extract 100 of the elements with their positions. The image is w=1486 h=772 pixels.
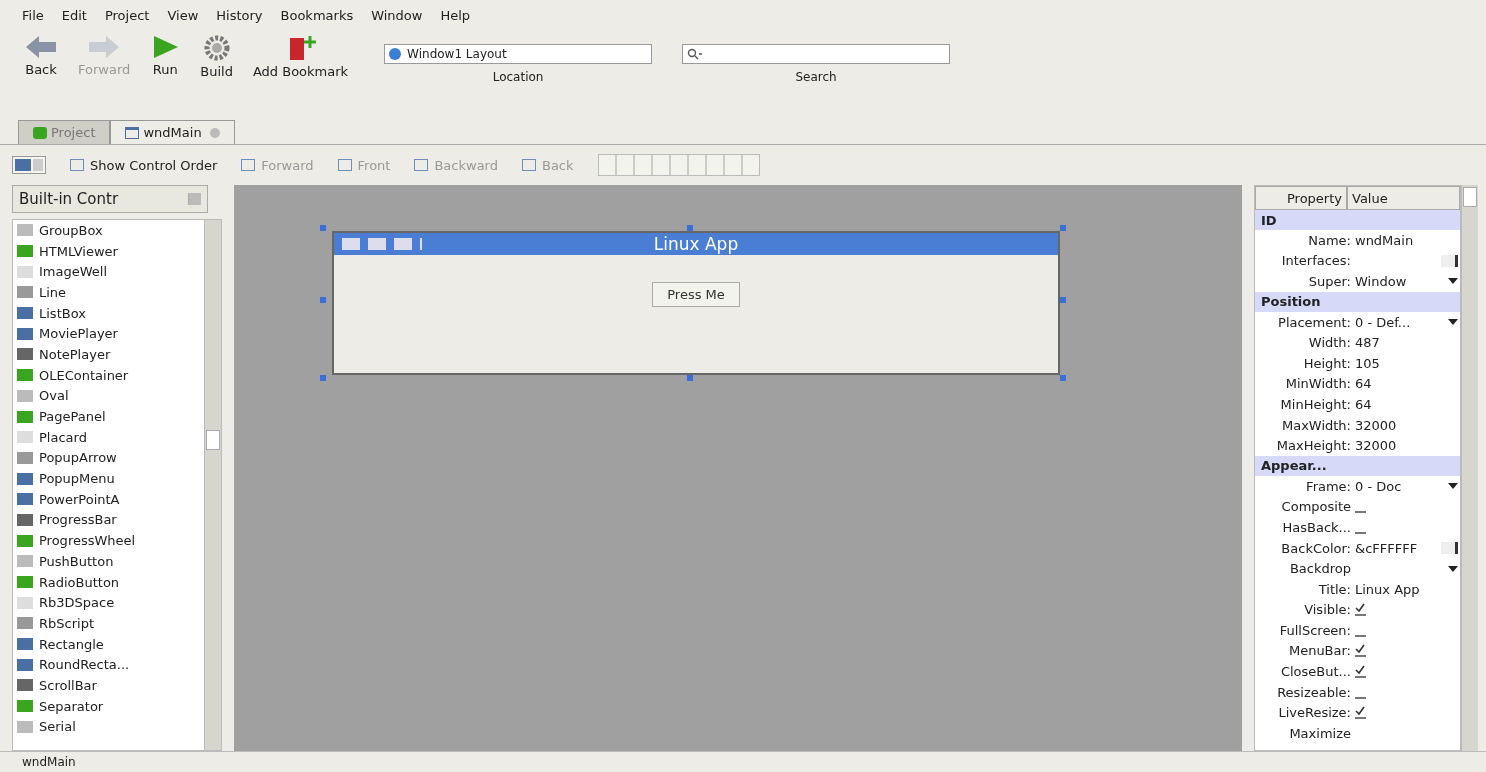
control-list-item[interactable]: ScrollBar	[13, 675, 204, 696]
layout-icon	[15, 159, 31, 171]
control-list-item[interactable]: ProgressBar	[13, 509, 204, 531]
color-swatch[interactable]	[1441, 254, 1458, 267]
view-mode-button[interactable]	[12, 156, 46, 174]
arrange-icon	[70, 159, 84, 171]
control-list-item[interactable]: Placard	[13, 426, 204, 448]
property-value[interactable]: Linux App	[1355, 581, 1420, 597]
status-text: wndMain	[22, 755, 76, 769]
control-list-item[interactable]: PagePanel	[13, 406, 204, 427]
menu-item[interactable]: Project	[104, 7, 150, 23]
resize-handle[interactable]	[320, 375, 326, 381]
control-list-item[interactable]: HTMLViewer	[13, 240, 204, 262]
control-list-item[interactable]: Line	[13, 282, 204, 303]
window-title: Linux App	[652, 234, 740, 254]
arrange-icon	[414, 159, 429, 171]
resize-handle[interactable]	[320, 225, 326, 231]
property-name: MinHeight:	[1279, 396, 1352, 412]
property-name: Title:	[1317, 581, 1352, 597]
controls-dropdown[interactable]: Built-in Contr	[12, 185, 208, 213]
property-name: Super:	[1307, 274, 1352, 289]
property-name: Composite	[1280, 499, 1352, 515]
search-label: Search	[795, 70, 837, 84]
property-name: CloseBut...	[1279, 664, 1352, 680]
menu-item[interactable]: Window	[371, 7, 423, 23]
toolbar-button[interactable]: Back	[18, 30, 64, 81]
checkbox[interactable]	[1355, 706, 1366, 720]
property-value[interactable]: 0 - Doc	[1355, 478, 1402, 494]
property-value[interactable]: 0 - Def...	[1355, 314, 1411, 330]
menu-item[interactable]: File	[22, 7, 44, 23]
control-list-item[interactable]: PopupArrow	[13, 447, 204, 469]
scrollbar[interactable]	[204, 220, 221, 750]
control-list-item[interactable]: Rectangle	[13, 633, 204, 655]
control-list-item[interactable]: ImageWell	[13, 261, 204, 283]
control-list-item[interactable]: RadioButton	[13, 571, 204, 593]
control-list-item[interactable]: MoviePlayer	[13, 323, 204, 345]
arrange-button[interactable]: Show Control Order	[70, 157, 218, 173]
search-icon	[687, 48, 704, 60]
property-value[interactable]: wndMain	[1355, 232, 1414, 248]
control-list-item[interactable]: PopupMenu	[13, 468, 204, 489]
scrollbar[interactable]	[1461, 185, 1478, 751]
left-arrow-icon	[24, 34, 58, 60]
checkbox[interactable]	[1355, 644, 1366, 658]
property-value[interactable]: 32000	[1355, 438, 1397, 454]
property-value[interactable]: Window	[1355, 274, 1407, 289]
resize-handle[interactable]	[1060, 375, 1066, 381]
menu-item[interactable]: Edit	[61, 7, 87, 23]
property-section: ID	[1255, 210, 1460, 230]
control-list-item[interactable]: NotePlayer	[13, 344, 204, 365]
project-icon	[33, 126, 47, 139]
arrange-icon	[241, 159, 256, 171]
control-list-item[interactable]: ProgressWheel	[13, 530, 204, 551]
property-name: FullScreen:	[1278, 622, 1352, 638]
resize-handle[interactable]	[687, 375, 693, 381]
search-field[interactable]	[682, 44, 951, 64]
location-field[interactable]: Window1 Layout	[384, 44, 653, 64]
resize-handle[interactable]	[1060, 297, 1066, 303]
control-list-item[interactable]: ListBox	[13, 302, 204, 324]
resize-handle[interactable]	[687, 225, 693, 231]
property-value[interactable]: 64	[1355, 376, 1372, 392]
checkbox[interactable]	[1355, 603, 1366, 617]
property-name: MaxWidth:	[1280, 417, 1352, 433]
control-list-item[interactable]: Separator	[13, 695, 204, 717]
menu-item[interactable]: History	[216, 7, 263, 23]
checkbox[interactable]	[1355, 665, 1366, 679]
control-list-item[interactable]: Serial	[13, 716, 204, 738]
resize-handle[interactable]	[320, 297, 326, 303]
control-list-item[interactable]: Oval	[13, 385, 204, 407]
property-name: Frame:	[1305, 478, 1352, 494]
property-section: Appear...	[1255, 455, 1460, 476]
resize-handle[interactable]	[1060, 225, 1066, 231]
property-name: MaxHeight:	[1275, 438, 1352, 454]
color-swatch[interactable]	[1441, 542, 1458, 554]
menu-item[interactable]: Help	[440, 7, 471, 23]
control-list-item[interactable]: PowerPointA	[13, 488, 204, 510]
menu-item[interactable]: Bookmarks	[280, 7, 354, 23]
property-value[interactable]: 105	[1355, 355, 1380, 371]
toolbar-button[interactable]: Add Bookmark	[246, 30, 355, 83]
property-value[interactable]: 487	[1355, 335, 1380, 351]
property-value[interactable]: 32000	[1355, 417, 1397, 433]
property-name: BackColor:	[1280, 540, 1352, 556]
arrange-icon	[522, 159, 536, 171]
control-list-item[interactable]: OLEContainer	[13, 364, 204, 386]
control-list-item[interactable]: GroupBox	[13, 220, 204, 241]
property-name: MinWidth:	[1284, 376, 1352, 392]
toolbar-button[interactable]: Run	[144, 30, 187, 81]
property-value[interactable]: 64	[1355, 396, 1372, 412]
property-value[interactable]: &cFFFFFF	[1355, 540, 1418, 556]
column-header[interactable]: Property	[1255, 186, 1347, 210]
control-list-item[interactable]: RoundRecta...	[13, 654, 204, 676]
control-list-item[interactable]: RbScript	[13, 613, 204, 634]
property-name: Interfaces:	[1280, 253, 1352, 269]
menu-item[interactable]: View	[167, 7, 199, 23]
editor-tab[interactable]: wndMain	[110, 120, 235, 144]
control-list-item[interactable]: Rb3DSpace	[13, 592, 204, 614]
column-header[interactable]: Value	[1347, 186, 1460, 210]
window-icon	[125, 126, 140, 139]
toolbar-button[interactable]: Build	[194, 30, 239, 83]
push-button[interactable]: Press Me	[652, 281, 740, 307]
control-list-item[interactable]: PushButton	[13, 551, 204, 572]
